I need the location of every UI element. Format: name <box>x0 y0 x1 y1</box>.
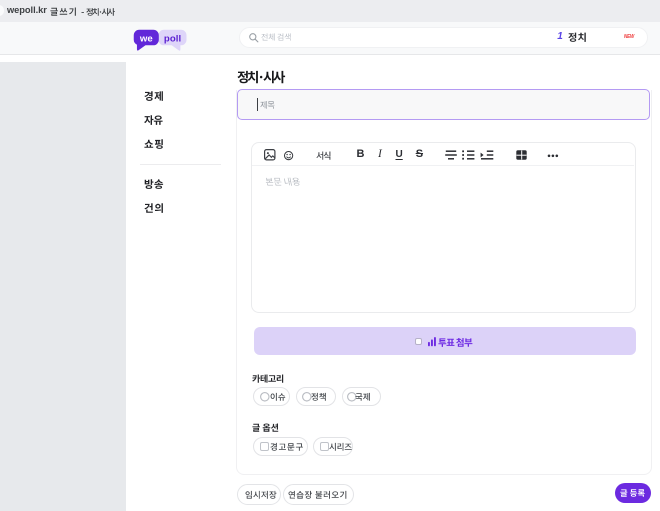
svg-text:poll: poll <box>164 33 181 44</box>
svg-text:we: we <box>139 33 153 44</box>
